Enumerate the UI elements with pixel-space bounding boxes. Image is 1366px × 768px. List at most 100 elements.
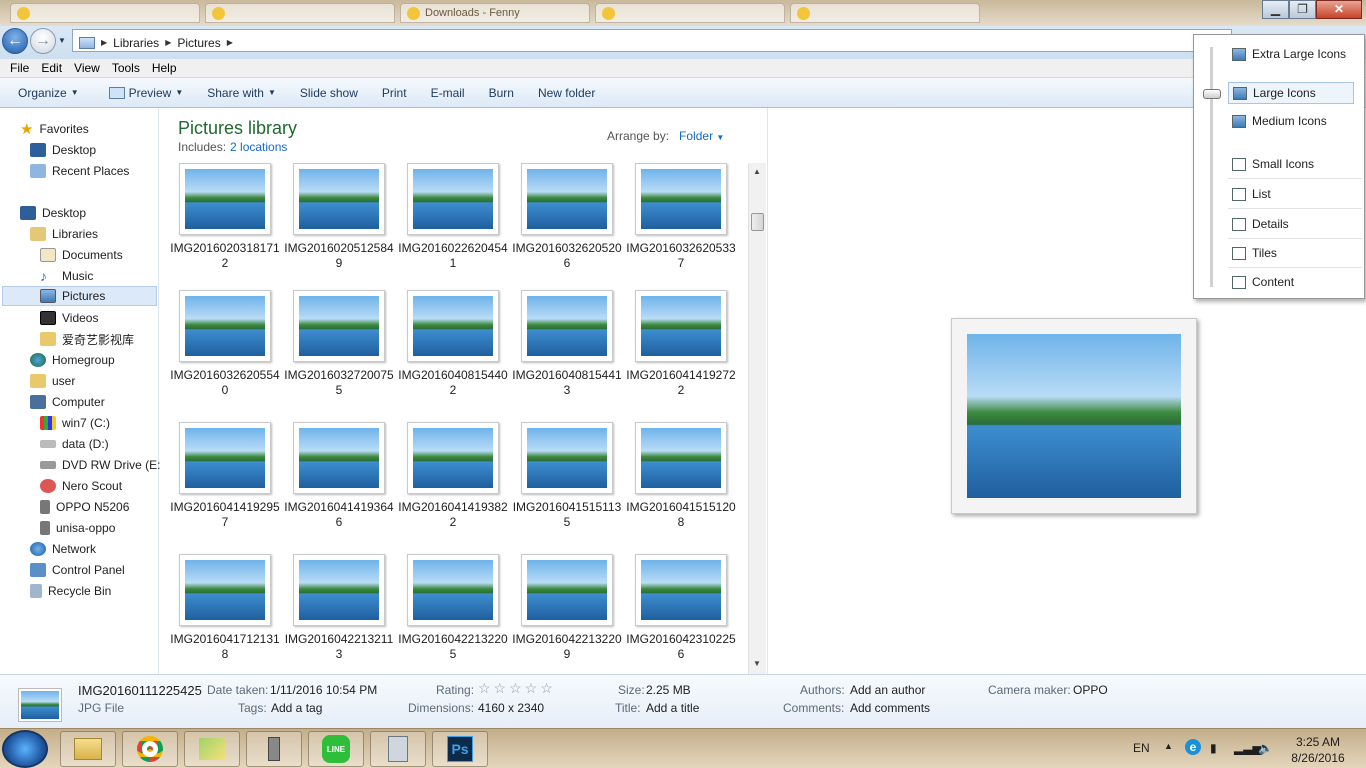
nav-desktop-favorite[interactable]: Desktop (30, 140, 96, 160)
tags-value[interactable]: Add a tag (271, 701, 322, 715)
breadcrumb-pictures[interactable]: Pictures (177, 36, 220, 50)
scroll-up-icon[interactable]: ▲ (753, 167, 761, 176)
nav-homegroup[interactable]: Homegroup (30, 350, 115, 370)
title-value[interactable]: Add a title (646, 701, 699, 715)
close-button[interactable]: ✕ (1316, 0, 1362, 19)
browser-tab[interactable]: Downloads - Fenny (400, 3, 590, 23)
file-tile[interactable]: IMG20160422132205 (388, 554, 508, 674)
nav-desktop[interactable]: Desktop (20, 203, 86, 223)
breadcrumb-chevron-icon[interactable]: ▶ (227, 38, 233, 47)
start-button[interactable] (2, 730, 48, 768)
menu-file[interactable]: File (4, 59, 35, 77)
nav-music[interactable]: ♪ Music (40, 266, 93, 286)
menu-tools[interactable]: Tools (106, 59, 146, 77)
file-tile[interactable]: IMG20160408154413 (502, 290, 622, 410)
file-tile[interactable]: IMG20160417121318 (160, 554, 280, 674)
library-locations-link[interactable]: 2 locations (230, 140, 287, 154)
vertical-scrollbar[interactable]: ▲ ▼ (748, 163, 766, 674)
nav-nero-scout[interactable]: Nero Scout (40, 476, 122, 496)
nav-pictures[interactable]: Pictures (2, 286, 157, 306)
clock[interactable]: 3:25 AM 8/26/2016 (1278, 734, 1358, 766)
file-tile[interactable]: IMG20160415151208 (616, 422, 736, 542)
volume-icon[interactable]: 🔈 (1258, 741, 1273, 755)
nav-drive-c[interactable]: win7 (C:) (40, 413, 110, 433)
view-tiles[interactable]: Tiles (1228, 242, 1277, 264)
taskbar-gallery[interactable] (184, 731, 240, 767)
file-tile[interactable]: IMG20160414193822 (388, 422, 508, 542)
menu-view[interactable]: View (68, 59, 106, 77)
file-tile[interactable]: IMG20160326205206 (502, 163, 622, 283)
taskbar-calculator[interactable] (370, 731, 426, 767)
file-tile[interactable]: IMG20160414193646 (274, 422, 394, 542)
show-hidden-icons-icon[interactable]: ▲ (1164, 741, 1173, 751)
breadcrumb-chevron-icon[interactable]: ▶ (165, 38, 171, 47)
rating-stars[interactable]: ☆☆☆☆☆ (478, 680, 556, 697)
file-tile[interactable]: IMG20160423102256 (616, 554, 736, 674)
nav-favorites[interactable]: ★ Favorites (20, 119, 89, 139)
file-tile[interactable]: IMG20160415151135 (502, 422, 621, 542)
new-folder-button[interactable]: New folder (526, 86, 607, 100)
menu-help[interactable]: Help (146, 59, 183, 77)
scroll-down-icon[interactable]: ▼ (753, 659, 761, 668)
back-button[interactable]: ← (2, 28, 28, 54)
minimize-button[interactable]: ▁ (1262, 0, 1289, 19)
file-tile[interactable]: IMG20160422132113 (274, 554, 393, 674)
nav-recycle-bin[interactable]: Recycle Bin (30, 581, 111, 601)
nav-drive-e[interactable]: DVD RW Drive (E:) (40, 455, 164, 475)
view-details[interactable]: Details (1228, 213, 1289, 235)
taskbar-photoshop[interactable]: Ps (432, 731, 488, 767)
language-indicator[interactable]: EN (1133, 741, 1150, 755)
forward-button[interactable]: → (30, 28, 56, 54)
file-tile[interactable]: IMG20160226204541 (388, 163, 508, 283)
browser-tab[interactable] (10, 3, 200, 23)
email-button[interactable]: E-mail (419, 86, 477, 100)
slideshow-button[interactable]: Slide show (288, 86, 370, 100)
authors-value[interactable]: Add an author (850, 683, 925, 697)
file-tile[interactable]: IMG20160205125849 (274, 163, 394, 283)
taskbar-chrome[interactable] (122, 731, 178, 767)
file-tile[interactable]: IMG20160326205540 (160, 290, 280, 410)
camera-maker-value[interactable]: OPPO (1073, 683, 1108, 697)
view-list[interactable]: List (1228, 183, 1271, 205)
device-tray-icon[interactable]: ▮ (1210, 741, 1217, 755)
recent-pages-chevron-icon[interactable]: ▼ (58, 36, 66, 45)
breadcrumb-chevron-icon[interactable]: ▶ (101, 38, 107, 47)
file-tile[interactable]: IMG20160326205337 (616, 163, 736, 283)
nav-control-panel[interactable]: Control Panel (30, 560, 125, 580)
nav-libraries[interactable]: Libraries (30, 224, 98, 244)
nav-user[interactable]: user (30, 371, 75, 391)
view-slider-track[interactable] (1210, 47, 1213, 287)
nav-network[interactable]: Network (30, 539, 96, 559)
nav-recent-places[interactable]: Recent Places (30, 161, 129, 181)
view-small-icons[interactable]: Small Icons (1228, 153, 1314, 175)
scrollbar-thumb[interactable] (751, 213, 764, 231)
taskbar-phone-suite[interactable] (246, 731, 302, 767)
view-medium-icons[interactable]: Medium Icons (1228, 110, 1327, 132)
nav-documents[interactable]: Documents (40, 245, 123, 265)
file-tile[interactable]: IMG20160327200755 (274, 290, 394, 410)
burn-button[interactable]: Burn (477, 86, 526, 100)
address-bar[interactable]: ▶ Libraries ▶ Pictures ▶ (72, 29, 1232, 52)
nav-iqiyi-library[interactable]: 爱奇艺影视库 (40, 329, 134, 349)
taskbar-line[interactable]: LINE (308, 731, 364, 767)
comments-value[interactable]: Add comments (850, 701, 930, 715)
share-with-button[interactable]: Share with ▼ (195, 86, 288, 100)
nav-videos[interactable]: Videos (40, 308, 98, 328)
file-tile[interactable]: IMG20160414192722 (616, 290, 736, 410)
arrange-by-dropdown[interactable]: Folder ▼ (679, 129, 724, 143)
browser-tab[interactable] (790, 3, 980, 23)
view-content[interactable]: Content (1228, 271, 1294, 293)
ie-tray-icon[interactable]: e (1185, 739, 1201, 755)
file-tile[interactable]: IMG20160422132209 (502, 554, 622, 674)
file-tile[interactable]: IMG20160203181712 (160, 163, 280, 283)
nav-computer[interactable]: Computer (30, 392, 105, 412)
nav-unisa-oppo[interactable]: unisa-oppo (40, 518, 115, 538)
taskbar-explorer[interactable] (60, 731, 116, 767)
date-taken-value[interactable]: 1/11/2016 10:54 PM (270, 683, 377, 697)
print-button[interactable]: Print (370, 86, 419, 100)
organize-button[interactable]: Organize ▼ (0, 86, 91, 100)
browser-tab[interactable] (205, 3, 395, 23)
file-tile[interactable]: IMG20160408154402 (388, 290, 508, 410)
maximize-button[interactable]: ❐ (1289, 0, 1316, 19)
browser-tab[interactable] (595, 3, 785, 23)
